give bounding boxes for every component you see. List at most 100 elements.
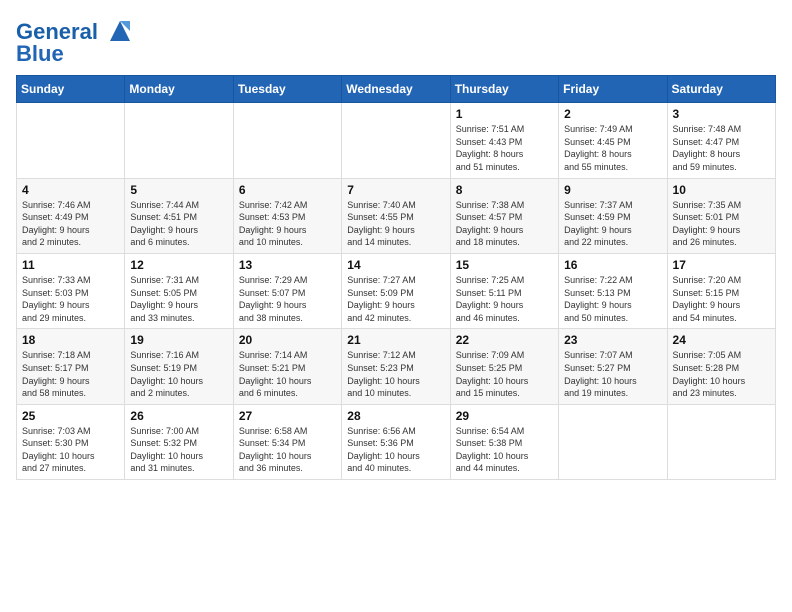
day-info: Sunrise: 6:54 AM Sunset: 5:38 PM Dayligh… — [456, 425, 553, 475]
day-number: 12 — [130, 258, 227, 272]
day-number: 17 — [673, 258, 770, 272]
calendar-day-26: 26Sunrise: 7:00 AM Sunset: 5:32 PM Dayli… — [125, 404, 233, 479]
day-info: Sunrise: 6:58 AM Sunset: 5:34 PM Dayligh… — [239, 425, 336, 475]
day-info: Sunrise: 7:22 AM Sunset: 5:13 PM Dayligh… — [564, 274, 661, 324]
day-number: 20 — [239, 333, 336, 347]
day-info: Sunrise: 7:18 AM Sunset: 5:17 PM Dayligh… — [22, 349, 119, 399]
calendar-day-6: 6 Sunrise: 7:42 AM Sunset: 4:53 PM Daylig… — [233, 178, 341, 253]
calendar-day-10: 10 Sunrise: 7:35 AM Sunset: 5:01 PM Dayli… — [667, 178, 775, 253]
weekday-header-sunday: Sunday — [17, 76, 125, 103]
day-number: 25 — [22, 409, 119, 423]
day-info: Sunrise: 7:05 AM Sunset: 5:28 PM Dayligh… — [673, 349, 770, 399]
day-info: Sunrise: 7:16 AM Sunset: 5:19 PM Dayligh… — [130, 349, 227, 399]
empty-cell — [17, 103, 125, 178]
day-info: Sunrise: 7:03 AM Sunset: 5:30 PM Dayligh… — [22, 425, 119, 475]
day-number: 27 — [239, 409, 336, 423]
calendar-day-5: 5 Sunrise: 7:44 AM Sunset: 4:51 PM Daylig… — [125, 178, 233, 253]
calendar-week-4: 18 Sunrise: 7:18 AM Sunset: 5:17 PM Dayli… — [17, 329, 776, 404]
calendar-day-18: 18 Sunrise: 7:18 AM Sunset: 5:17 PM Dayli… — [17, 329, 125, 404]
day-info: Sunrise: 7:46 AM Sunset: 4:49 PM Dayligh… — [22, 199, 119, 249]
day-number: 23 — [564, 333, 661, 347]
day-number: 11 — [22, 258, 119, 272]
calendar-day-15: 15 Sunrise: 7:25 AM Sunset: 5:11 PM Dayli… — [450, 253, 558, 328]
empty-cell — [233, 103, 341, 178]
day-number: 19 — [130, 333, 227, 347]
day-number: 16 — [564, 258, 661, 272]
day-info: Sunrise: 7:12 AM Sunset: 5:23 PM Dayligh… — [347, 349, 444, 399]
day-number: 24 — [673, 333, 770, 347]
empty-cell — [559, 404, 667, 479]
day-number: 21 — [347, 333, 444, 347]
day-number: 10 — [673, 183, 770, 197]
calendar-day-14: 14 Sunrise: 7:27 AM Sunset: 5:09 PM Dayli… — [342, 253, 450, 328]
day-info: Sunrise: 7:35 AM Sunset: 5:01 PM Dayligh… — [673, 199, 770, 249]
calendar-week-3: 11Sunrise: 7:33 AM Sunset: 5:03 PM Dayli… — [17, 253, 776, 328]
day-number: 6 — [239, 183, 336, 197]
day-info: Sunrise: 7:20 AM Sunset: 5:15 PM Dayligh… — [673, 274, 770, 324]
day-number: 14 — [347, 258, 444, 272]
calendar-day-21: 21 Sunrise: 7:12 AM Sunset: 5:23 PM Dayli… — [342, 329, 450, 404]
day-info: Sunrise: 7:44 AM Sunset: 4:51 PM Dayligh… — [130, 199, 227, 249]
calendar-day-9: 9 Sunrise: 7:37 AM Sunset: 4:59 PM Daylig… — [559, 178, 667, 253]
day-number: 22 — [456, 333, 553, 347]
empty-cell — [125, 103, 233, 178]
weekday-header-monday: Monday — [125, 76, 233, 103]
calendar-day-11: 11Sunrise: 7:33 AM Sunset: 5:03 PM Dayli… — [17, 253, 125, 328]
calendar-day-28: 28 Sunrise: 6:56 AM Sunset: 5:36 PM Dayli… — [342, 404, 450, 479]
weekday-header-tuesday: Tuesday — [233, 76, 341, 103]
calendar-day-3: 3Sunrise: 7:48 AM Sunset: 4:47 PM Daylig… — [667, 103, 775, 178]
day-number: 5 — [130, 183, 227, 197]
day-info: Sunrise: 6:56 AM Sunset: 5:36 PM Dayligh… — [347, 425, 444, 475]
day-info: Sunrise: 7:37 AM Sunset: 4:59 PM Dayligh… — [564, 199, 661, 249]
day-info: Sunrise: 7:14 AM Sunset: 5:21 PM Dayligh… — [239, 349, 336, 399]
calendar-day-13: 13 Sunrise: 7:29 AM Sunset: 5:07 PM Dayli… — [233, 253, 341, 328]
calendar-day-16: 16 Sunrise: 7:22 AM Sunset: 5:13 PM Dayli… — [559, 253, 667, 328]
day-number: 15 — [456, 258, 553, 272]
page-header: General Blue — [16, 16, 776, 67]
calendar-day-24: 24 Sunrise: 7:05 AM Sunset: 5:28 PM Dayli… — [667, 329, 775, 404]
calendar-day-7: 7 Sunrise: 7:40 AM Sunset: 4:55 PM Daylig… — [342, 178, 450, 253]
day-info: Sunrise: 7:48 AM Sunset: 4:47 PM Dayligh… — [673, 123, 770, 173]
day-number: 18 — [22, 333, 119, 347]
day-info: Sunrise: 7:07 AM Sunset: 5:27 PM Dayligh… — [564, 349, 661, 399]
day-number: 1 — [456, 107, 553, 121]
calendar-day-27: 27 Sunrise: 6:58 AM Sunset: 5:34 PM Dayli… — [233, 404, 341, 479]
calendar-day-23: 23 Sunrise: 7:07 AM Sunset: 5:27 PM Dayli… — [559, 329, 667, 404]
weekday-header-wednesday: Wednesday — [342, 76, 450, 103]
calendar-week-2: 4Sunrise: 7:46 AM Sunset: 4:49 PM Daylig… — [17, 178, 776, 253]
calendar-day-2: 2 Sunrise: 7:49 AM Sunset: 4:45 PM Daylig… — [559, 103, 667, 178]
empty-cell — [667, 404, 775, 479]
day-info: Sunrise: 7:51 AM Sunset: 4:43 PM Dayligh… — [456, 123, 553, 173]
day-number: 13 — [239, 258, 336, 272]
calendar-day-29: 29 Sunrise: 6:54 AM Sunset: 5:38 PM Dayli… — [450, 404, 558, 479]
calendar-day-4: 4Sunrise: 7:46 AM Sunset: 4:49 PM Daylig… — [17, 178, 125, 253]
weekday-header-row: SundayMondayTuesdayWednesdayThursdayFrid… — [17, 76, 776, 103]
day-number: 7 — [347, 183, 444, 197]
day-number: 29 — [456, 409, 553, 423]
day-info: Sunrise: 7:40 AM Sunset: 4:55 PM Dayligh… — [347, 199, 444, 249]
calendar-day-1: 1 Sunrise: 7:51 AM Sunset: 4:43 PM Daylig… — [450, 103, 558, 178]
calendar-day-17: 17 Sunrise: 7:20 AM Sunset: 5:15 PM Dayli… — [667, 253, 775, 328]
calendar-week-1: 1 Sunrise: 7:51 AM Sunset: 4:43 PM Daylig… — [17, 103, 776, 178]
weekday-header-saturday: Saturday — [667, 76, 775, 103]
day-info: Sunrise: 7:49 AM Sunset: 4:45 PM Dayligh… — [564, 123, 661, 173]
day-info: Sunrise: 7:25 AM Sunset: 5:11 PM Dayligh… — [456, 274, 553, 324]
day-info: Sunrise: 7:38 AM Sunset: 4:57 PM Dayligh… — [456, 199, 553, 249]
logo: General Blue — [16, 20, 134, 67]
day-info: Sunrise: 7:29 AM Sunset: 5:07 PM Dayligh… — [239, 274, 336, 324]
calendar-week-5: 25 Sunrise: 7:03 AM Sunset: 5:30 PM Dayli… — [17, 404, 776, 479]
day-number: 8 — [456, 183, 553, 197]
day-info: Sunrise: 7:42 AM Sunset: 4:53 PM Dayligh… — [239, 199, 336, 249]
calendar-table: SundayMondayTuesdayWednesdayThursdayFrid… — [16, 75, 776, 480]
calendar-day-20: 20 Sunrise: 7:14 AM Sunset: 5:21 PM Dayli… — [233, 329, 341, 404]
weekday-header-thursday: Thursday — [450, 76, 558, 103]
day-number: 28 — [347, 409, 444, 423]
calendar-day-25: 25 Sunrise: 7:03 AM Sunset: 5:30 PM Dayli… — [17, 404, 125, 479]
day-number: 9 — [564, 183, 661, 197]
calendar-day-22: 22Sunrise: 7:09 AM Sunset: 5:25 PM Dayli… — [450, 329, 558, 404]
day-number: 2 — [564, 107, 661, 121]
day-info: Sunrise: 7:27 AM Sunset: 5:09 PM Dayligh… — [347, 274, 444, 324]
weekday-header-friday: Friday — [559, 76, 667, 103]
day-info: Sunrise: 7:31 AM Sunset: 5:05 PM Dayligh… — [130, 274, 227, 324]
day-number: 26 — [130, 409, 227, 423]
